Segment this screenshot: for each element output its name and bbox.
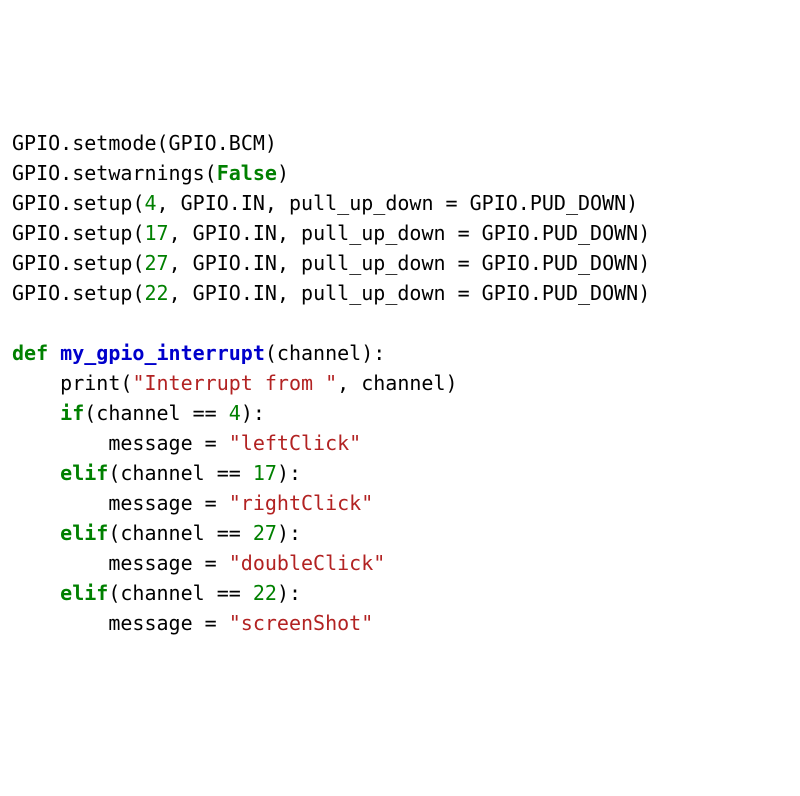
line-16-elif: elif(channel == 22): xyxy=(12,581,301,605)
line-13-assign: message = "rightClick" xyxy=(12,491,373,515)
line-12-elif: elif(channel == 17): xyxy=(12,461,301,485)
line-14-elif: elif(channel == 27): xyxy=(12,521,301,545)
line-1: GPIO.setmode(GPIO.BCM) xyxy=(12,131,277,155)
line-10-if: if(channel == 4): xyxy=(12,401,265,425)
line-15-assign: message = "doubleClick" xyxy=(12,551,385,575)
line-5: GPIO.setup(27, GPIO.IN, pull_up_down = G… xyxy=(12,251,650,275)
line-3: GPIO.setup(4, GPIO.IN, pull_up_down = GP… xyxy=(12,191,638,215)
line-2: GPIO.setwarnings(False) xyxy=(12,161,289,185)
line-11-assign: message = "leftClick" xyxy=(12,431,361,455)
line-17-assign: message = "screenShot" xyxy=(12,611,373,635)
line-4: GPIO.setup(17, GPIO.IN, pull_up_down = G… xyxy=(12,221,650,245)
code-block: GPIO.setmode(GPIO.BCM) GPIO.setwarnings(… xyxy=(12,128,788,638)
line-6: GPIO.setup(22, GPIO.IN, pull_up_down = G… xyxy=(12,281,650,305)
line-8-def: def my_gpio_interrupt(channel): xyxy=(12,341,385,365)
line-9-print: print("Interrupt from ", channel) xyxy=(12,371,458,395)
